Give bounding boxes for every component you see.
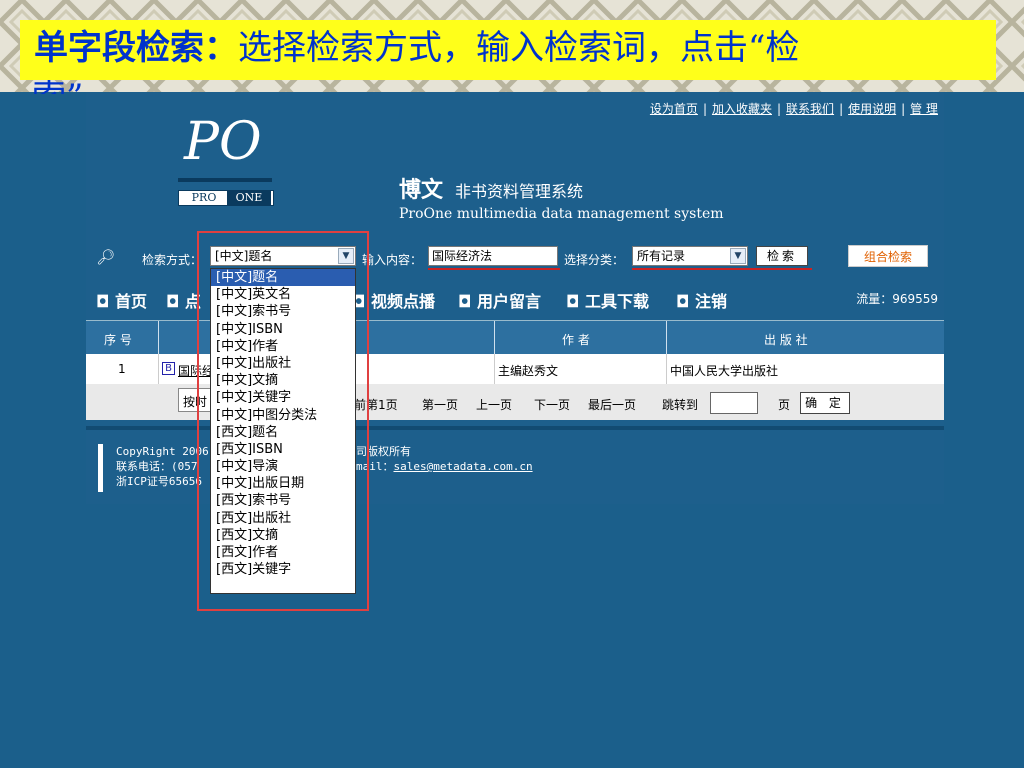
logo-bar: PRO ONE [178,190,274,206]
col-header-author: 作 者 [562,333,590,347]
nav-logout-label: 注销 [695,292,728,311]
search-icon: 🔎︎ [96,248,116,266]
logo-one: ONE [227,191,271,205]
chevron-down-icon[interactable]: ▼ [730,248,746,264]
first-page-link[interactable]: 第一页 [422,396,458,413]
highlight-box [197,231,369,611]
category-select[interactable]: 所有记录 ▼ [632,246,748,266]
link-add-favorite[interactable]: 加入收藏夹 [712,102,772,116]
col-header-no: 序 号 [104,333,132,347]
caption-text: 选择检索方式，输入检索词，点击“检 [238,28,800,68]
footer-left: CopyRight 2006 联系电话：(057 浙ICP证号65656 [116,444,209,489]
link-contact-us[interactable]: 联系我们 [786,102,834,116]
category-label: 选择分类： [564,253,625,267]
brand-name: 博文 [399,177,444,203]
traffic-counter: 流量：969559 [856,292,938,306]
row-author: 主编赵秀文 [498,364,559,378]
footer-email-link[interactable]: sales@metadata.com.cn [394,460,533,473]
logo-mark: PO [184,112,262,172]
brand-subtitle: 非书资料管理系统 [455,182,584,201]
advanced-search-button[interactable]: 组合检索 [848,245,928,267]
footer-phone: 联系电话：(057 [116,460,198,473]
proone-logo: PO PRO ONE [178,112,274,212]
link-admin[interactable]: 管 理 [910,102,938,116]
link-help[interactable]: 使用说明 [848,102,896,116]
next-page-link[interactable]: 下一页 [534,396,570,413]
link-set-homepage[interactable]: 设为首页 [650,102,698,116]
nav-home[interactable]: ◘ 首页 [96,288,147,312]
nav-tools[interactable]: ◘ 工具下载 [566,288,649,312]
top-links: 设为首页 | 加入收藏夹 | 联系我们 | 使用说明 | 管 理 [649,102,938,116]
page-label: 页 [778,398,791,412]
logo-pro: PRO [181,191,227,205]
row-number: 1 [118,362,126,376]
prev-page-link[interactable]: 上一页 [476,396,512,413]
footer-rights: 司版权所有 [356,445,411,458]
nav-messages[interactable]: ◘ 用户留言 [458,288,541,312]
slide-caption: 单字段检索：选择检索方式，输入检索词，点击“检 [20,20,996,80]
search-content-label: 输入内容： [362,253,423,267]
search-method-label: 检索方式： [142,253,203,267]
footer-icp: 浙ICP证号65656 [116,475,202,488]
category-value: 所有记录 [637,249,686,263]
select-underline [632,268,812,270]
nav-messages-label: 用户留言 [477,292,542,311]
nav-item-2[interactable]: ◘ 点 [166,288,201,312]
nav-video-label: 视频点播 [371,292,436,311]
jump-label: 跳转到 [662,398,699,412]
row-publisher: 中国人民大学出版社 [670,364,779,378]
caption-wrap-text: 索” [32,80,83,94]
jump-confirm-button[interactable]: 确 定 [800,392,850,414]
col-header-publisher: 出 版 社 [764,333,808,347]
footer-copyright: CopyRight 2006 [116,445,209,458]
nav-home-label: 首页 [115,292,148,311]
caption-title: 单字段检索： [34,28,238,68]
nav-tools-label: 工具下载 [585,292,650,311]
footer-bar [98,444,103,492]
input-underline [428,268,560,270]
page-number-input[interactable] [710,392,758,414]
search-input[interactable]: 国际经济法 [428,246,558,266]
brand-english: ProOne multimedia data management system [399,206,724,222]
footer-right: 司版权所有 mail：sales@metadata.com.cn [356,444,533,474]
nav-logout[interactable]: ◘ 注销 [676,288,727,312]
book-icon: B [162,360,175,375]
search-button[interactable]: 检索 [756,246,808,266]
brand-block: 博文 非书资料管理系统 ProOne multimedia data manage… [399,172,724,222]
last-page-link[interactable]: 最后一页 [588,396,636,413]
